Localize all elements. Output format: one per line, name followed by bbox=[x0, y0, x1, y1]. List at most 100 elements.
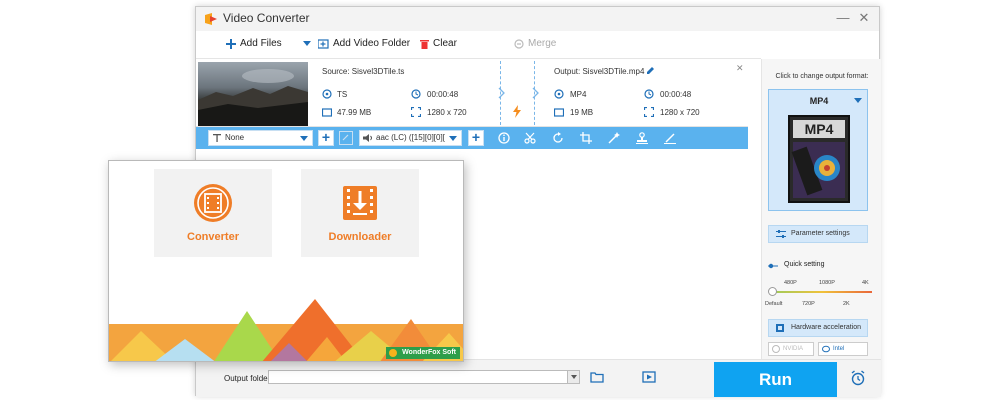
link-icon[interactable] bbox=[339, 131, 353, 145]
scissors-icon[interactable] bbox=[524, 132, 536, 144]
merge-button[interactable]: Merge bbox=[514, 38, 556, 49]
chevron-down-icon bbox=[854, 98, 862, 103]
folder-icon bbox=[554, 108, 564, 117]
launcher-window: Converter Downloader WonderFox Soft bbox=[108, 160, 464, 362]
open-folder-icon[interactable] bbox=[590, 370, 604, 384]
audio-track-select[interactable]: aac (LC) ([15][0][0][ bbox=[359, 130, 462, 146]
source-resolution: 1280 x 720 bbox=[427, 108, 467, 117]
output-resolution: 1280 x 720 bbox=[660, 108, 700, 117]
add-subtitle-button[interactable]: + bbox=[318, 130, 334, 146]
quick-setting-label: Quick setting bbox=[784, 261, 825, 268]
tick-2k: 2K bbox=[843, 301, 850, 307]
converter-card[interactable]: Converter bbox=[154, 169, 272, 257]
output-folder-input[interactable] bbox=[268, 370, 580, 384]
output-duration: 00:00:48 bbox=[660, 90, 692, 99]
source-size: 47.99 MB bbox=[337, 108, 372, 117]
clear-label: Clear bbox=[433, 38, 457, 49]
sliders-icon bbox=[776, 230, 786, 238]
watermark-stamp-icon[interactable] bbox=[636, 132, 648, 144]
clock-icon bbox=[644, 89, 654, 99]
text-icon bbox=[213, 134, 221, 142]
video-thumbnail[interactable] bbox=[198, 62, 308, 126]
hardware-acceleration-label: Hardware acceleration bbox=[791, 324, 862, 331]
tick-480p: 480P bbox=[784, 280, 797, 286]
add-video-folder-button[interactable]: Add Video Folder bbox=[318, 38, 410, 49]
output-format-selector[interactable]: MP4 MP4 bbox=[768, 89, 868, 211]
output-folder-label: Output folder: bbox=[224, 374, 273, 383]
chevron-down-icon bbox=[571, 375, 577, 379]
title-bar[interactable]: Video Converter — ✕ bbox=[196, 7, 879, 31]
source-duration: 00:00:48 bbox=[427, 90, 459, 99]
window-title: Video Converter bbox=[223, 11, 310, 25]
mp4-format-icon: MP4 bbox=[788, 115, 850, 203]
tick-1080p: 1080P bbox=[819, 280, 835, 286]
subtitle-select[interactable]: None bbox=[208, 130, 313, 146]
remove-file-button[interactable]: ✕ bbox=[736, 63, 744, 74]
output-preview-icon[interactable] bbox=[642, 370, 656, 384]
mp4-art-text: MP4 bbox=[805, 121, 834, 137]
parameter-settings-button[interactable]: Parameter settings bbox=[768, 225, 868, 243]
file-row[interactable]: Source: Sisvel3DTile.ts TS 00:00:48 47.9… bbox=[196, 59, 748, 127]
tick-720p: 720P bbox=[802, 301, 815, 307]
nvidia-toggle[interactable]: NVIDIA bbox=[768, 342, 814, 356]
lightning-icon[interactable] bbox=[512, 105, 522, 118]
info-icon[interactable] bbox=[498, 132, 510, 144]
run-button[interactable]: Run bbox=[714, 362, 837, 397]
resolution-icon bbox=[411, 107, 421, 117]
chevron-right-icon bbox=[498, 87, 505, 99]
edit-pencil-icon[interactable] bbox=[646, 66, 655, 75]
audio-track-value: aac (LC) ([15][0][0][ bbox=[376, 133, 445, 142]
downloader-card[interactable]: Downloader bbox=[301, 169, 419, 257]
folder-plus-icon bbox=[318, 38, 329, 49]
speaker-icon bbox=[363, 134, 372, 142]
rotate-icon[interactable] bbox=[552, 132, 564, 144]
add-files-label: Add Files bbox=[240, 38, 282, 49]
merge-icon bbox=[514, 38, 524, 49]
alarm-clock-icon[interactable] bbox=[850, 370, 866, 386]
intel-label: Intel bbox=[833, 346, 845, 352]
add-files-button[interactable]: Add Files bbox=[226, 38, 282, 49]
output-size: 19 MB bbox=[570, 108, 594, 117]
close-window-button[interactable]: ✕ bbox=[856, 10, 872, 26]
converter-label: Converter bbox=[187, 231, 239, 243]
screenshot-stage: Video Converter — ✕ Add Files Add Video … bbox=[0, 0, 1000, 400]
parameter-settings-label: Parameter settings bbox=[791, 230, 850, 237]
subtitle-edit-icon[interactable] bbox=[664, 132, 676, 144]
downloader-label: Downloader bbox=[328, 231, 392, 243]
clear-button[interactable]: Clear bbox=[420, 38, 457, 49]
app-logo-icon bbox=[205, 13, 217, 25]
add-audio-button[interactable]: + bbox=[468, 130, 484, 146]
chevron-down-icon bbox=[449, 136, 457, 141]
toolbar: Add Files Add Video Folder Clear Merge bbox=[196, 31, 761, 59]
edit-bar: None + aac (LC) ([15][0][0][ + bbox=[196, 127, 748, 149]
quality-slider-track[interactable] bbox=[772, 291, 872, 293]
crop-icon[interactable] bbox=[580, 132, 592, 144]
output-format-panel: Click to change output format: MP4 MP4 P bbox=[761, 59, 881, 359]
hardware-acceleration-button[interactable]: Hardware acceleration bbox=[768, 319, 868, 337]
wonderfox-brand-badge: WonderFox Soft bbox=[386, 347, 460, 359]
converter-film-icon bbox=[194, 184, 232, 222]
source-format: TS bbox=[337, 90, 348, 99]
trash-icon bbox=[420, 39, 429, 49]
folder-icon bbox=[322, 108, 332, 117]
downloader-arrow-icon bbox=[343, 186, 377, 220]
nvidia-label: NVIDIA bbox=[783, 346, 804, 352]
format-icon bbox=[322, 89, 332, 99]
resolution-icon bbox=[644, 107, 654, 117]
minimize-button[interactable]: — bbox=[835, 10, 851, 26]
clock-icon bbox=[411, 89, 421, 99]
quick-setting-icon bbox=[768, 263, 778, 269]
intel-toggle[interactable]: Intel bbox=[818, 342, 868, 356]
quality-slider-handle[interactable] bbox=[768, 287, 777, 296]
nvidia-logo-icon bbox=[772, 345, 780, 353]
source-filename: Source: Sisvel3DTile.ts bbox=[322, 67, 405, 76]
output-folder-dropdown[interactable] bbox=[567, 371, 579, 383]
add-video-folder-label: Add Video Folder bbox=[333, 38, 411, 49]
brand-label: WonderFox Soft bbox=[402, 349, 456, 356]
effects-wand-icon[interactable] bbox=[608, 132, 620, 144]
output-format: MP4 bbox=[570, 90, 587, 99]
bottom-bar: Output folder: Run bbox=[196, 359, 881, 397]
add-files-dropdown[interactable] bbox=[303, 41, 311, 47]
chevron-down-icon bbox=[300, 136, 308, 141]
chevron-right-icon bbox=[532, 87, 539, 99]
